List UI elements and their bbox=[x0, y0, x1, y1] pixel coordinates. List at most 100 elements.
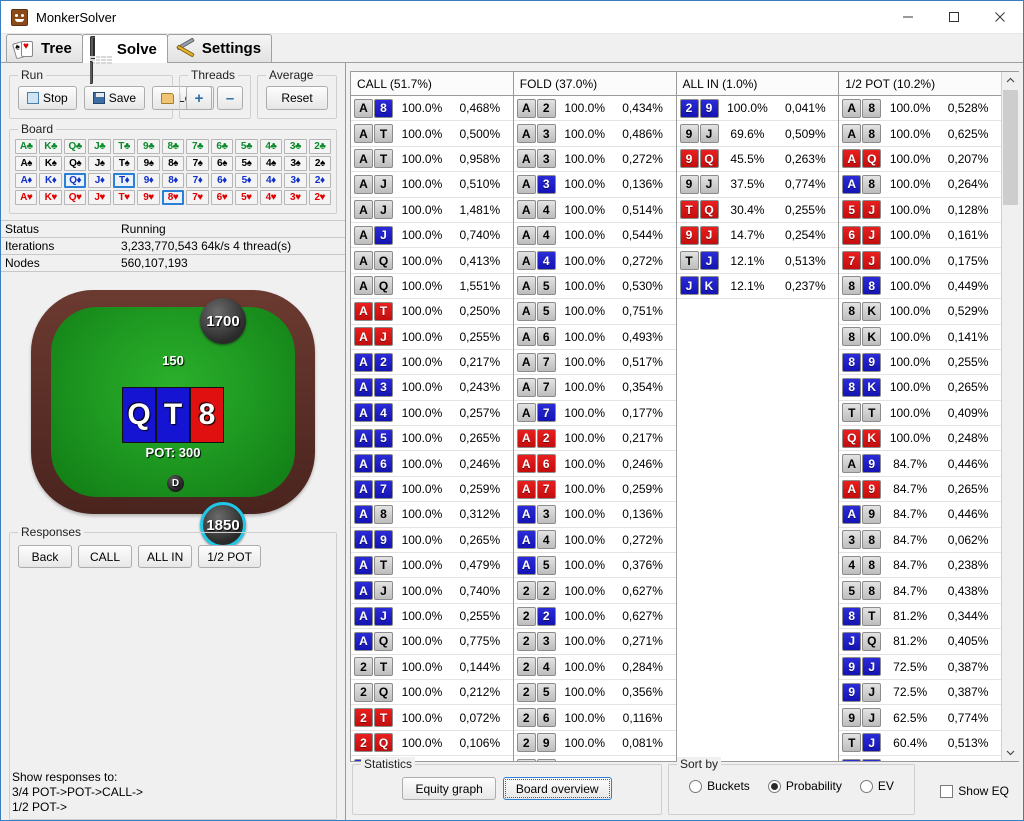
hand-row[interactable]: 9J72.5%0,387% bbox=[839, 655, 1001, 680]
board-card-Th[interactable]: T♥ bbox=[113, 190, 135, 205]
hand-row[interactable]: 29100.0%0,041% bbox=[677, 96, 839, 121]
hand-row[interactable]: A5100.0%0,530% bbox=[514, 274, 676, 299]
hand-row[interactable]: A9100.0%0,265% bbox=[351, 528, 513, 553]
hand-row[interactable]: A4100.0%0,272% bbox=[514, 248, 676, 273]
hand-row[interactable]: A5100.0%0,376% bbox=[514, 553, 676, 578]
hand-row[interactable]: 24100.0%0,284% bbox=[514, 655, 676, 680]
board-card-4s[interactable]: 4♠ bbox=[260, 156, 282, 171]
board-card-3d[interactable]: 3♦ bbox=[284, 173, 306, 188]
board-card-Ah[interactable]: A♥ bbox=[15, 190, 37, 205]
hand-row[interactable]: A4100.0%0,257% bbox=[351, 401, 513, 426]
hand-row[interactable]: 8K100.0%0,529% bbox=[839, 299, 1001, 324]
board-card-Ac[interactable]: A♣ bbox=[15, 139, 37, 154]
hand-row[interactable]: 8T81.2%0,344% bbox=[839, 604, 1001, 629]
board-card-3c[interactable]: 3♣ bbox=[284, 139, 306, 154]
board-card-4h[interactable]: 4♥ bbox=[260, 190, 282, 205]
hand-row[interactable]: A8100.0%0,312% bbox=[351, 502, 513, 527]
hand-row[interactable]: A2100.0%0,217% bbox=[351, 350, 513, 375]
response-button-all-in[interactable]: ALL IN bbox=[138, 545, 192, 568]
board-card-4c[interactable]: 4♣ bbox=[260, 139, 282, 154]
hand-row[interactable]: 7J100.0%0,175% bbox=[839, 248, 1001, 273]
hand-row[interactable]: A8100.0%0,528% bbox=[839, 96, 1001, 121]
stop-button[interactable]: Stop bbox=[18, 86, 77, 110]
hand-row[interactable]: A984.7%0,265% bbox=[839, 477, 1001, 502]
board-card-3h[interactable]: 3♥ bbox=[284, 190, 306, 205]
board-card-9d[interactable]: 9♦ bbox=[137, 173, 159, 188]
hand-row[interactable]: A4100.0%0,514% bbox=[514, 198, 676, 223]
radio-icon[interactable] bbox=[768, 780, 781, 793]
hand-row[interactable]: A3100.0%0,136% bbox=[514, 502, 676, 527]
hand-row[interactable]: 4884.7%0,238% bbox=[839, 553, 1001, 578]
hand-row[interactable]: AQ100.0%0,775% bbox=[351, 629, 513, 654]
hand-row[interactable]: 23100.0%0,271% bbox=[514, 629, 676, 654]
hand-row[interactable]: A7100.0%0,354% bbox=[514, 375, 676, 400]
hand-row[interactable]: A8100.0%0,625% bbox=[839, 121, 1001, 146]
board-card-6h[interactable]: 6♥ bbox=[211, 190, 233, 205]
hand-row[interactable]: AQ100.0%0,413% bbox=[351, 248, 513, 273]
hand-row[interactable]: 9Q45.5%0,263% bbox=[677, 147, 839, 172]
board-card-4d[interactable]: 4♦ bbox=[260, 173, 282, 188]
radio-icon[interactable] bbox=[860, 780, 873, 793]
hand-row[interactable]: 6J100.0%0,161% bbox=[839, 223, 1001, 248]
board-card-7d[interactable]: 7♦ bbox=[186, 173, 208, 188]
board-card-8h[interactable]: 8♥ bbox=[162, 190, 185, 205]
radio-icon[interactable] bbox=[689, 780, 702, 793]
board-card-Qd[interactable]: Q♦ bbox=[64, 173, 87, 188]
hand-row[interactable]: 9J37.5%0,774% bbox=[677, 172, 839, 197]
board-card-Td[interactable]: T♦ bbox=[113, 173, 136, 188]
board-card-6s[interactable]: 6♠ bbox=[211, 156, 233, 171]
hand-row[interactable]: AT100.0%0,958% bbox=[351, 147, 513, 172]
hand-row[interactable]: A2100.0%0,434% bbox=[514, 96, 676, 121]
close-button[interactable] bbox=[977, 1, 1023, 34]
hand-row[interactable]: 22100.0%0,627% bbox=[514, 604, 676, 629]
hand-row[interactable]: A6100.0%0,246% bbox=[351, 451, 513, 476]
vertical-scrollbar[interactable] bbox=[1001, 72, 1018, 761]
hand-row[interactable]: 5J100.0%0,128% bbox=[839, 198, 1001, 223]
scroll-down-button[interactable] bbox=[1002, 744, 1019, 761]
sort-option-buckets[interactable]: Buckets bbox=[689, 779, 750, 793]
board-card-Kd[interactable]: K♦ bbox=[39, 173, 61, 188]
hand-row[interactable]: A3100.0%0,243% bbox=[351, 375, 513, 400]
hand-row[interactable]: 5884.7%0,438% bbox=[839, 578, 1001, 603]
board-card-Jc[interactable]: J♣ bbox=[88, 139, 110, 154]
board-card-9h[interactable]: 9♥ bbox=[137, 190, 159, 205]
board-card-5s[interactable]: 5♠ bbox=[235, 156, 257, 171]
response-button-1-2-pot[interactable]: 1/2 POT bbox=[198, 545, 261, 568]
response-button-call[interactable]: CALL bbox=[78, 545, 132, 568]
board-card-Qc[interactable]: Q♣ bbox=[64, 139, 86, 154]
board-card-7c[interactable]: 7♣ bbox=[186, 139, 208, 154]
board-card-Qs[interactable]: Q♠ bbox=[64, 156, 86, 171]
board-card-grid[interactable]: A♣K♣Q♣J♣T♣9♣8♣7♣6♣5♣4♣3♣2♣A♠K♠Q♠J♠T♠9♠8♠… bbox=[10, 130, 336, 213]
response-buttons[interactable]: BackCALLALL IN1/2 POT bbox=[10, 533, 336, 580]
hand-row[interactable]: A3100.0%0,272% bbox=[514, 147, 676, 172]
hand-row[interactable]: A2100.0%0,217% bbox=[514, 426, 676, 451]
board-card-5h[interactable]: 5♥ bbox=[235, 190, 257, 205]
hand-row[interactable]: A5100.0%0,265% bbox=[351, 426, 513, 451]
hand-row[interactable]: A984.7%0,446% bbox=[839, 502, 1001, 527]
hand-row[interactable]: 2T100.0%0,072% bbox=[351, 705, 513, 730]
hand-row[interactable]: TQ30.4%0,255% bbox=[677, 198, 839, 223]
board-card-8d[interactable]: 8♦ bbox=[162, 173, 184, 188]
save-button[interactable]: Save bbox=[84, 86, 145, 110]
hand-row[interactable]: TT100.0%0,409% bbox=[839, 401, 1001, 426]
board-overview-button[interactable]: Board overview bbox=[503, 777, 612, 800]
reset-button[interactable]: Reset bbox=[266, 86, 328, 110]
minimize-button[interactable] bbox=[885, 1, 931, 34]
scroll-up-button[interactable] bbox=[1002, 72, 1019, 89]
hand-row[interactable]: AJ100.0%0,255% bbox=[351, 325, 513, 350]
board-card-9s[interactable]: 9♠ bbox=[137, 156, 159, 171]
board-card-Ad[interactable]: A♦ bbox=[15, 173, 37, 188]
board-card-7s[interactable]: 7♠ bbox=[186, 156, 208, 171]
hand-row[interactable]: AJ100.0%0,510% bbox=[351, 172, 513, 197]
board-card-7h[interactable]: 7♥ bbox=[186, 190, 208, 205]
board-card-2d[interactable]: 2♦ bbox=[309, 173, 331, 188]
board-card-Jh[interactable]: J♥ bbox=[88, 190, 110, 205]
board-card-6c[interactable]: 6♣ bbox=[211, 139, 233, 154]
hand-row[interactable]: A4100.0%0,544% bbox=[514, 223, 676, 248]
board-card-2c[interactable]: 2♣ bbox=[309, 139, 331, 154]
hand-row[interactable]: 9J72.5%0,387% bbox=[839, 680, 1001, 705]
tab-settings[interactable]: Settings bbox=[167, 34, 272, 62]
hand-row[interactable]: 2T100.0%0,144% bbox=[351, 655, 513, 680]
tab-tree[interactable]: Tree bbox=[6, 34, 83, 62]
hand-row[interactable]: TJ12.1%0,513% bbox=[677, 248, 839, 273]
